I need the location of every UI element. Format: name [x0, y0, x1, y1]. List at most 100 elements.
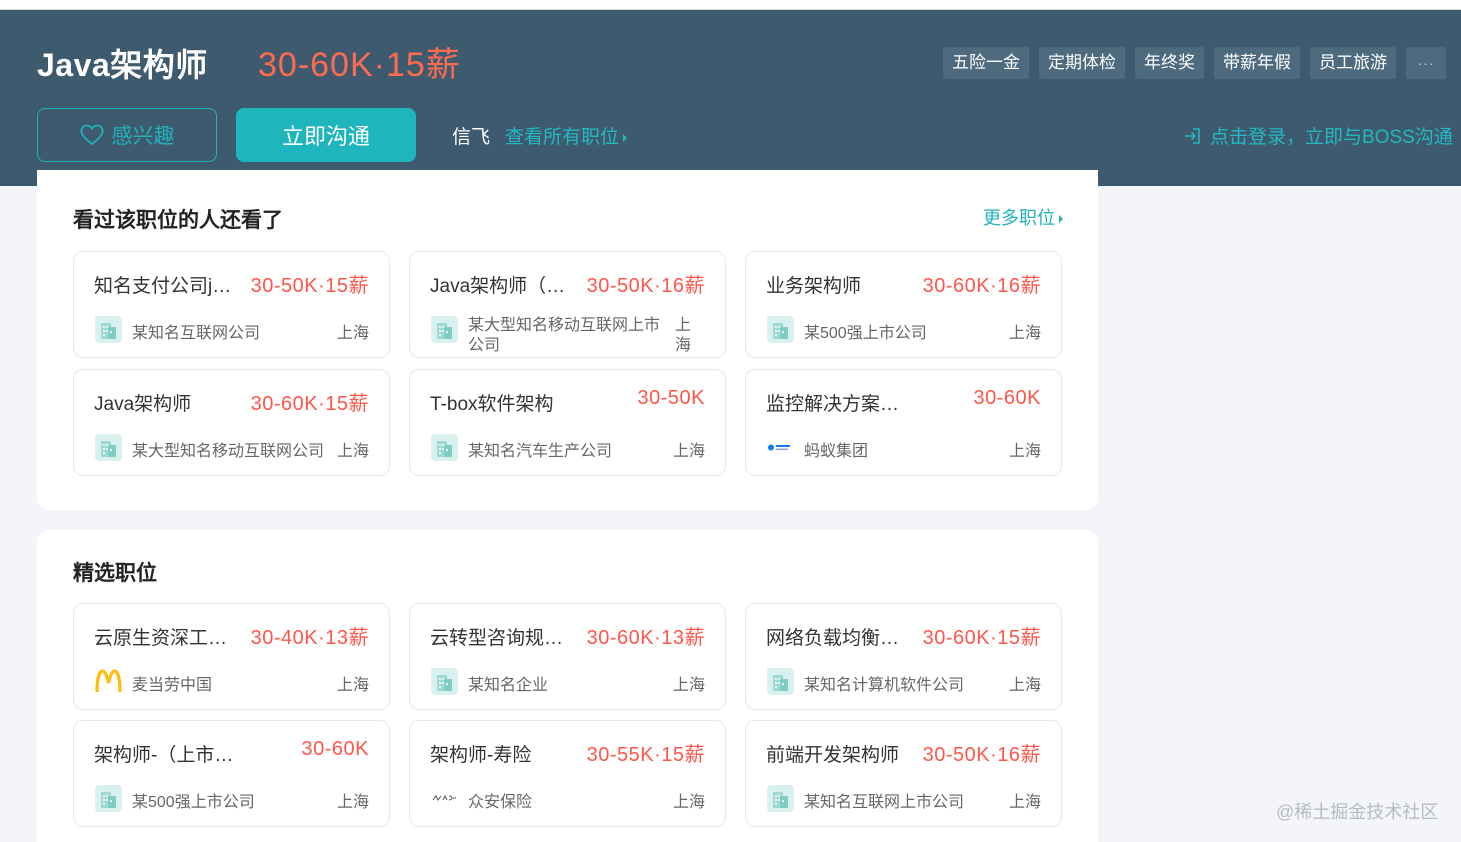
more-tags-button[interactable]: ··· [1406, 47, 1446, 79]
benefit-tag: 员工旅游 [1310, 47, 1396, 79]
building-icon [767, 668, 794, 695]
job-card-city: 上海 [672, 443, 705, 460]
job-card-title: Java架构师 [94, 394, 192, 415]
job-card-salary: 30-50K·15薪 [250, 275, 369, 297]
job-card-city: 上海 [336, 325, 369, 342]
job-card-city: 上海 [672, 677, 705, 694]
job-card-company: 某大型知名移动互联网公司 [132, 443, 325, 460]
building-icon [95, 785, 122, 812]
job-card-company: 某500强上市公司 [132, 794, 255, 811]
chat-now-button-label: 立即沟通 [281, 124, 370, 149]
more-jobs-label: 更多职位 [983, 208, 1055, 228]
job-card-company: 某知名汽车生产公司 [468, 443, 613, 460]
job-card-title: 云原生资深工… [94, 628, 228, 649]
login-chat-label: 点击登录，立即与BOSS沟通 [1210, 127, 1453, 148]
job-card-title: 架构师-（上市… [94, 745, 234, 766]
job-card-company: 某大型知名移动互联网上市公司 [468, 317, 661, 354]
featured-jobs-title: 精选职位 [73, 562, 157, 585]
related-jobs-panel: 看过该职位的人还看了 更多职位 知名支付公司j… 30-50K·15薪 某知名互… [37, 170, 1098, 510]
chat-now-button[interactable]: 立即沟通 [236, 108, 416, 162]
interest-button[interactable]: 感兴趣 [37, 108, 217, 162]
job-card[interactable]: 监控解决方案… 30-60K 蚂蚁集团 上海 [745, 369, 1062, 476]
job-card-title: Java架构师（… [430, 276, 566, 297]
job-card[interactable]: 网络负载均衡… 30-60K·15薪 某知名计算机软件公司 上海 [745, 603, 1062, 710]
job-card-city: 上海 [1008, 325, 1041, 342]
job-card-salary: 30-50K·16薪 [586, 275, 705, 297]
job-card-city: 上海 [1008, 443, 1041, 460]
building-icon [95, 316, 122, 343]
job-card[interactable]: 业务架构师 30-60K·16薪 某500强上市公司 上海 [745, 251, 1062, 358]
job-card[interactable]: 架构师-寿险 30-55K·15薪 众安保险 上海 [409, 720, 726, 827]
job-card[interactable]: 云转型咨询规… 30-60K·13薪 某知名企业 上海 [409, 603, 726, 710]
job-card-company: 某知名互联网上市公司 [804, 794, 965, 811]
job-card-title: 前端开发架构师 [766, 745, 900, 766]
job-card-city: 上海 [1008, 794, 1041, 811]
job-card-salary: 30-55K·15薪 [586, 744, 705, 766]
job-card-salary: 30-60K [973, 387, 1041, 409]
job-card-salary: 30-60K [301, 738, 369, 760]
job-card-title: 云转型咨询规… [430, 628, 564, 649]
job-card[interactable]: 前端开发架构师 30-50K·16薪 某知名互联网上市公司 上海 [745, 720, 1062, 827]
job-card-company: 某500强上市公司 [804, 325, 927, 342]
building-icon [767, 785, 794, 812]
job-title: Java架构师 [37, 47, 208, 83]
view-all-jobs-label: 查看所有职位 [505, 127, 620, 148]
job-card-company: 众安保险 [468, 794, 533, 811]
job-card-company: 某知名计算机软件公司 [804, 677, 965, 694]
more-jobs-link[interactable]: 更多职位 [983, 204, 1063, 230]
job-card[interactable]: 云原生资深工… 30-40K·13薪 麦当劳中国 上海 [73, 603, 390, 710]
benefit-tag: 五险一金 [943, 47, 1029, 79]
benefit-tag: 定期体检 [1039, 47, 1125, 79]
job-card[interactable]: T-box软件架构 30-50K 某知名汽车生产公司 上海 [409, 369, 726, 476]
job-card-city: 上海 [336, 443, 369, 460]
zhongan-logo [431, 785, 458, 812]
job-card-salary: 30-60K·16薪 [922, 275, 1041, 297]
building-icon [767, 316, 794, 343]
job-card[interactable]: 知名支付公司j… 30-50K·15薪 某知名互联网公司 上海 [73, 251, 390, 358]
job-card-title: T-box软件架构 [430, 394, 554, 415]
job-card-city: 上海 [672, 794, 705, 811]
job-card-company: 蚂蚁集团 [804, 443, 869, 460]
job-card-salary: 30-60K·13薪 [586, 627, 705, 649]
watermark: @稀土掘金技术社区 [1276, 802, 1439, 822]
job-card-title: 业务架构师 [766, 276, 862, 297]
login-chat-link[interactable]: 点击登录，立即与BOSS沟通 [1182, 122, 1453, 149]
job-card[interactable]: Java架构师 30-60K·15薪 某大型知名移动互联网公司 上海 [73, 369, 390, 476]
top-border [0, 0, 1461, 10]
building-icon [95, 434, 122, 461]
mcdonalds-logo [95, 668, 122, 695]
ant-group-logo [767, 434, 794, 461]
job-card-salary: 30-60K·15薪 [922, 627, 1041, 649]
featured-jobs-panel: 精选职位 云原生资深工… 30-40K·13薪 麦当劳中国 上海 云转型咨询规…… [37, 530, 1098, 842]
job-card-company: 麦当劳中国 [132, 677, 213, 694]
caret-right-icon [1059, 215, 1063, 224]
interest-button-label: 感兴趣 [111, 125, 175, 148]
benefit-tags: 五险一金 定期体检 年终奖 带薪年假 员工旅游 ··· [943, 47, 1446, 79]
login-icon [1185, 127, 1200, 144]
job-header: Java架构师 30-60K·15薪 五险一金 定期体检 年终奖 带薪年假 员工… [0, 10, 1461, 186]
job-card-title: 监控解决方案… [766, 394, 900, 415]
job-card-salary: 30-60K·15薪 [250, 393, 369, 415]
job-card-salary: 30-50K [637, 387, 705, 409]
job-card-title: 知名支付公司j… [94, 276, 232, 297]
job-card-city: 上海 [1008, 677, 1041, 694]
view-all-jobs-link[interactable]: 查看所有职位 [505, 122, 628, 149]
job-card-title: 网络负载均衡… [766, 628, 900, 649]
boss-name: 信飞 [452, 127, 491, 148]
job-salary: 30-60K·15薪 [258, 46, 461, 84]
heart-icon [80, 124, 103, 146]
job-card-city: 上海 [336, 794, 369, 811]
job-card-company: 某知名互联网公司 [132, 325, 261, 342]
related-jobs-title: 看过该职位的人还看了 [73, 209, 283, 232]
job-card-city: 上海 [336, 677, 369, 694]
job-card-salary: 30-40K·13薪 [250, 627, 369, 649]
benefit-tag: 带薪年假 [1214, 47, 1300, 79]
building-icon [431, 434, 458, 461]
caret-right-icon [623, 133, 628, 142]
job-card-company: 某知名企业 [468, 677, 549, 694]
job-card[interactable]: Java架构师（… 30-50K·16薪 某大型知名移动互联网上市公司 上海 [409, 251, 726, 358]
job-card-salary: 30-50K·16薪 [922, 744, 1041, 766]
job-card[interactable]: 架构师-（上市… 30-60K 某500强上市公司 上海 [73, 720, 390, 827]
building-icon [431, 316, 458, 343]
job-card-title: 架构师-寿险 [430, 745, 532, 766]
